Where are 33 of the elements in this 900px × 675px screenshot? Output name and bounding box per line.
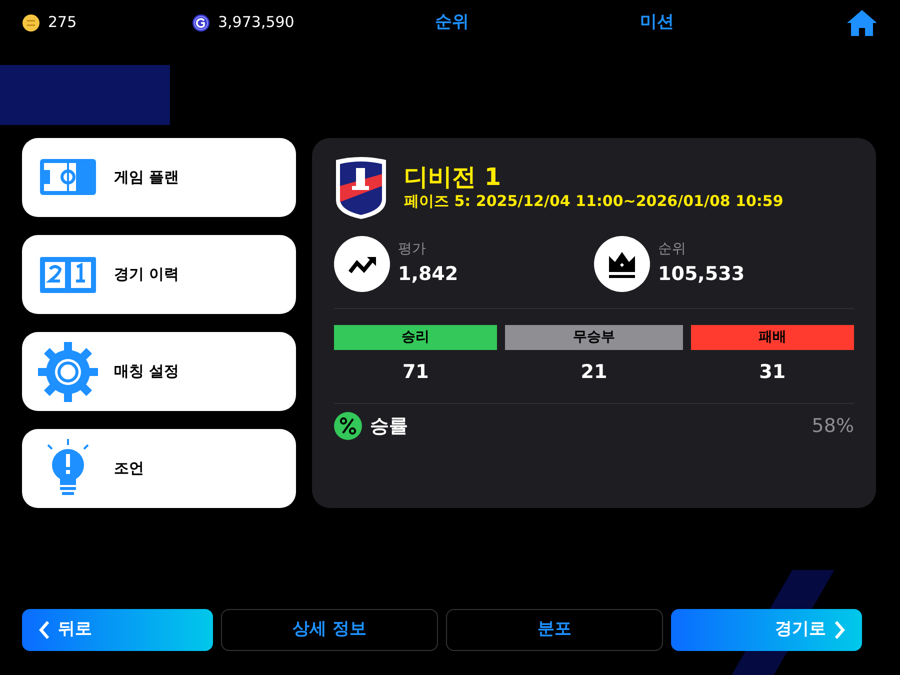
nav-link-text[interactable]: 미션 [640, 12, 674, 32]
home-icon[interactable] [846, 8, 878, 36]
result-label: 승리 [334, 325, 498, 350]
chevron-right-icon [834, 620, 846, 640]
coin-count: 275 [48, 12, 77, 34]
gear-icon [38, 342, 98, 402]
stat-label: 순위 [658, 240, 687, 260]
tab-button[interactable]: 분포 [446, 609, 663, 651]
tab-button[interactable]: 상세 정보 [221, 609, 438, 651]
result-label: 무승부 [505, 325, 683, 350]
menu-card[interactable]: 매칭 설정 [22, 332, 296, 411]
stat-value: 1,842 [398, 262, 458, 288]
nav-link-text[interactable]: 순위 [435, 12, 469, 32]
win-rate-label: 승률 [370, 414, 408, 438]
g-coin-count: 3,973,590 [218, 12, 294, 34]
menu-card[interactable]: 게임 플랜 [22, 138, 296, 217]
menu-card[interactable]: 조언 [22, 429, 296, 508]
coin-icon [22, 14, 40, 32]
stat-label: 평가 [398, 240, 427, 260]
back-button[interactable]: 뒤로 [22, 609, 213, 651]
result-count: 71 [401, 360, 430, 385]
menu-card[interactable]: 경기 이력 [22, 235, 296, 314]
win-rate-value: 58% [812, 414, 854, 438]
result-label: 패배 [690, 325, 854, 350]
result-count: 21 [580, 360, 608, 385]
phase-period: 페이즈 5: 2025/12/04 11:00~2026/01/08 10:59 [404, 190, 784, 212]
result-count: 31 [758, 360, 787, 385]
chevron-left-icon [38, 620, 50, 640]
division-title: 디비전 1 [404, 164, 502, 190]
league-badge-icon [334, 156, 388, 220]
stat-value: 105,533 [658, 262, 745, 288]
percent-icon [334, 412, 362, 440]
g-coin-icon [192, 14, 210, 32]
